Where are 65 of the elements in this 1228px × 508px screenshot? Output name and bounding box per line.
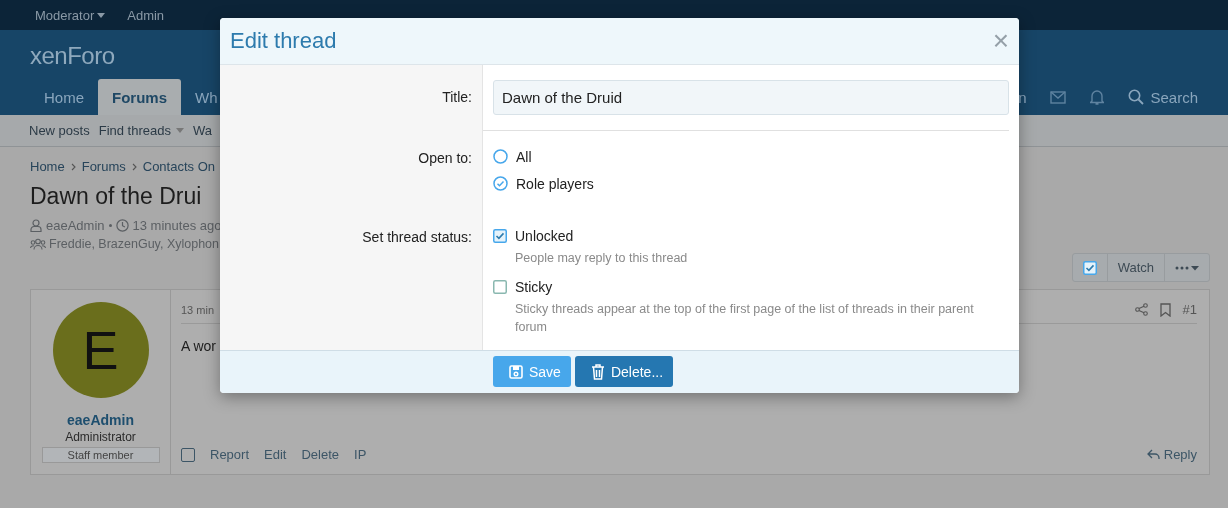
share-icon[interactable] — [1134, 303, 1148, 316]
post-action-link[interactable]: IP — [354, 447, 367, 462]
nav-tab[interactable]: Forums — [98, 79, 182, 115]
staff-banner: Staff member — [41, 447, 160, 463]
caret-icon — [97, 12, 106, 18]
nav-tab[interactable]: Home — [30, 79, 98, 115]
clock-icon — [115, 219, 129, 232]
envelope-icon[interactable] — [1050, 90, 1067, 104]
top-bar-link[interactable]: Admin — [127, 7, 165, 23]
nav-link[interactable]: n — [1018, 88, 1027, 106]
search-button[interactable]: Search — [1128, 88, 1198, 106]
sub-nav-link[interactable]: Wa — [192, 123, 212, 138]
watch-button[interactable]: Watch — [1106, 254, 1164, 281]
thread-author[interactable]: eaeAdmin — [46, 218, 105, 233]
search-icon — [1128, 89, 1145, 105]
checkbox-label[interactable]: Sticky — [515, 278, 553, 295]
reply-link[interactable]: Reply — [1146, 447, 1197, 462]
radio-label[interactable]: Role players — [516, 175, 594, 192]
trash-icon — [590, 363, 605, 380]
checkbox-checked-icon[interactable] — [493, 228, 507, 243]
radio-label[interactable]: All — [516, 148, 532, 165]
bookmark-icon[interactable] — [1159, 302, 1171, 317]
caret-icon — [175, 128, 184, 133]
checkbox-icon[interactable] — [493, 279, 507, 294]
checkbox-icon[interactable] — [1082, 260, 1097, 275]
checkbox-label[interactable]: Unlocked — [515, 227, 574, 244]
user-role: Administrator — [65, 430, 136, 444]
post-time[interactable]: 13 min — [181, 303, 215, 316]
post-number[interactable]: #1 — [1182, 302, 1197, 317]
radio-checked-icon[interactable] — [493, 176, 508, 191]
select-post-checkbox[interactable] — [181, 447, 195, 462]
user-icon — [30, 219, 42, 232]
thread-participants: Freddie, BrazenGuy, Xylophon — [49, 237, 219, 251]
breadcrumb-link[interactable]: Home — [30, 159, 65, 174]
post-action-link[interactable]: Report — [210, 447, 250, 462]
save-icon — [509, 364, 523, 379]
chevron-icon — [70, 162, 76, 171]
chevron-icon — [131, 162, 137, 171]
field-label: Set thread status: — [362, 229, 472, 245]
breadcrumb-link[interactable]: Forums — [81, 159, 126, 174]
post-action-link[interactable]: Edit — [264, 447, 287, 462]
post-action-link[interactable]: Delete — [301, 447, 339, 462]
post-username[interactable]: eaeAdmin — [67, 412, 134, 428]
radio-icon[interactable] — [493, 149, 508, 164]
reply-icon — [1146, 449, 1160, 460]
more-icon — [1175, 264, 1199, 271]
close-button[interactable]: × — [992, 27, 1009, 55]
top-bar-link[interactable]: Moderator — [35, 7, 106, 23]
users-icon — [30, 238, 46, 250]
field-label: Open to: — [418, 150, 472, 166]
sub-nav-link[interactable]: New posts — [29, 123, 90, 138]
delete-button[interactable]: Delete... — [574, 356, 674, 387]
bell-icon[interactable] — [1090, 89, 1105, 105]
title-input-field[interactable]: Dawn of the Druid — [493, 80, 1009, 115]
thread-title: Dawn of the Drui — [30, 183, 202, 210]
sub-nav-link[interactable]: Find threads — [98, 123, 184, 138]
field-label: Title: — [442, 89, 472, 105]
avatar[interactable]: E — [52, 302, 149, 398]
post-body: A wor — [181, 338, 216, 354]
separator-dot — [108, 224, 112, 227]
dialog-title: Edit thread — [230, 28, 337, 54]
save-button[interactable]: Save — [493, 356, 571, 387]
option-hint: Sticky threads appear at the top of the first page of the list of threads in their parent forum — [514, 301, 975, 336]
option-hint: People may reply to this thread — [514, 250, 689, 267]
breadcrumb-link[interactable]: Contacts On — [142, 159, 215, 174]
